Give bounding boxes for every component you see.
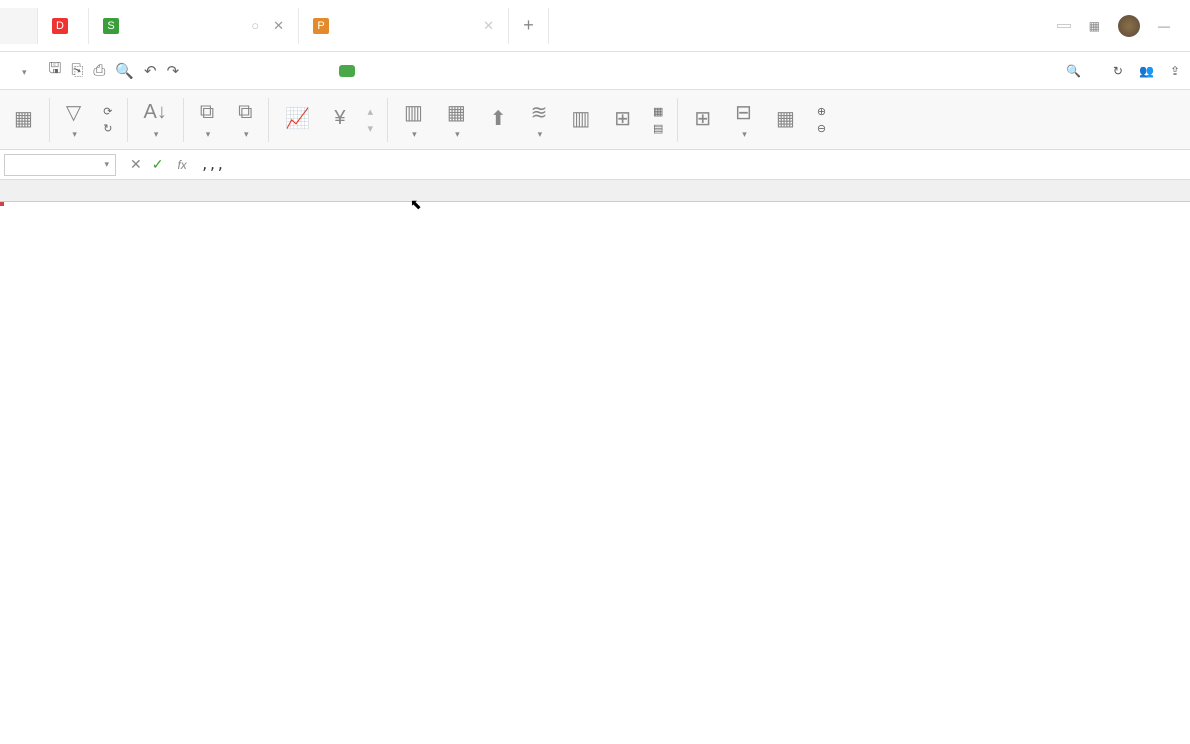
close-icon[interactable]: ✕: [483, 18, 494, 34]
expand-button[interactable]: ⊕: [817, 105, 826, 118]
tab-new[interactable]: +: [509, 8, 549, 44]
form-button[interactable]: ▤: [653, 122, 663, 135]
menu-start[interactable]: [203, 65, 219, 77]
accept-formula-icon[interactable]: ✓: [152, 156, 164, 173]
formula-bar: ▾ ✕ ✓ fx ,,,: [0, 150, 1190, 180]
sync-button[interactable]: ↻: [1113, 64, 1123, 78]
range-highlight: [0, 202, 4, 206]
stock-button[interactable]: 📈: [277, 106, 318, 134]
menu-layout[interactable]: [271, 65, 287, 77]
column-headers[interactable]: [0, 180, 1190, 202]
tab-home[interactable]: [0, 8, 38, 44]
menu-vip[interactable]: [475, 65, 491, 77]
menu-tabs: [191, 65, 525, 77]
minimize-icon[interactable]: —: [1158, 19, 1170, 33]
validity-button[interactable]: ≋▾: [523, 100, 556, 140]
titlebar: D S ○ ✕ P ✕ + ▦ —: [0, 0, 1190, 52]
search-icon[interactable]: 🔍: [1066, 64, 1081, 78]
dropdown-button[interactable]: ▥: [563, 106, 598, 134]
fill-button[interactable]: ▦▾: [439, 100, 474, 140]
group-button[interactable]: ⊞: [686, 106, 719, 134]
whatif-button[interactable]: ▦: [653, 105, 663, 118]
fund-button[interactable]: ¥: [326, 106, 353, 134]
fx-icon[interactable]: fx: [177, 158, 194, 172]
pivot-button[interactable]: ▦: [6, 106, 41, 134]
window-count[interactable]: [1057, 24, 1071, 28]
print-icon[interactable]: ⎙: [93, 62, 105, 79]
subtotal-button[interactable]: ▦: [768, 106, 803, 134]
formula-input[interactable]: ,,,: [195, 157, 1190, 173]
titlebar-right: ▦ —: [1057, 15, 1190, 37]
dup-button[interactable]: ⧉▾: [192, 100, 222, 140]
preview-icon[interactable]: 🔍: [115, 62, 134, 80]
menu-formula[interactable]: [305, 65, 321, 77]
xlsx-icon: S: [103, 18, 119, 34]
save-icon[interactable]: 🖫: [49, 58, 62, 83]
menubar-right: 🔍 ↻ 👥 ⇪: [1066, 64, 1180, 78]
menu-dev[interactable]: [441, 65, 457, 77]
menu-view[interactable]: [407, 65, 423, 77]
ungroup-button[interactable]: ⊟▾: [727, 100, 760, 140]
ribbon: ▦ ▽▾ ⟳ ↻ A↓▾ ⧉▾ ⧉▾ 📈 ¥ ▴▾ ▥▾ ▦▾ ⬆ ≋▾ ▥ ⊞…: [0, 90, 1190, 150]
quick-access: 🖫 ⎘ ⎙ 🔍 ↶ ↷: [37, 58, 192, 83]
menu-insert[interactable]: [237, 65, 253, 77]
file-menu[interactable]: ▾: [10, 59, 37, 82]
menu-data[interactable]: [339, 65, 355, 77]
showall-button[interactable]: ⟳: [103, 105, 112, 118]
menu-daoqi[interactable]: [509, 65, 525, 77]
menu-review[interactable]: [373, 65, 389, 77]
share-button[interactable]: ⇪: [1170, 64, 1180, 78]
tab-dot-icon: ○: [251, 18, 259, 33]
collapse-button[interactable]: ⊖: [817, 122, 826, 135]
filter-button[interactable]: ▽▾: [58, 100, 89, 140]
grid-icon[interactable]: ▦: [1089, 19, 1100, 33]
daoqi-icon: D: [52, 18, 68, 34]
name-box[interactable]: ▾: [4, 154, 116, 176]
reapply-button[interactable]: ↻: [103, 122, 112, 135]
close-icon[interactable]: ✕: [273, 18, 284, 34]
tab-xlsx[interactable]: S ○ ✕: [89, 8, 299, 44]
copy-icon[interactable]: ⎘: [71, 62, 83, 79]
menubar: ▾ 🖫 ⎘ ⎙ 🔍 ↶ ↷ 🔍 ↻ 👥 ⇪: [0, 52, 1190, 90]
tab-pptx[interactable]: P ✕: [299, 8, 509, 44]
avatar[interactable]: [1118, 15, 1140, 37]
undo-icon[interactable]: ↶: [144, 62, 157, 80]
cancel-formula-icon[interactable]: ✕: [130, 156, 142, 173]
consolidate-button[interactable]: ⊞: [606, 106, 639, 134]
lookup-button[interactable]: ⬆: [482, 106, 515, 134]
split-button[interactable]: ▥▾: [396, 100, 431, 140]
tab-daoqi[interactable]: D: [38, 8, 89, 44]
coop-button[interactable]: 👥: [1139, 64, 1154, 78]
pptx-icon: P: [313, 18, 329, 34]
sort-button[interactable]: A↓▾: [136, 100, 175, 140]
spreadsheet-grid[interactable]: ⬉: [0, 180, 1190, 202]
compare-button[interactable]: ⧉▾: [230, 100, 260, 140]
redo-icon[interactable]: ↷: [167, 62, 180, 80]
